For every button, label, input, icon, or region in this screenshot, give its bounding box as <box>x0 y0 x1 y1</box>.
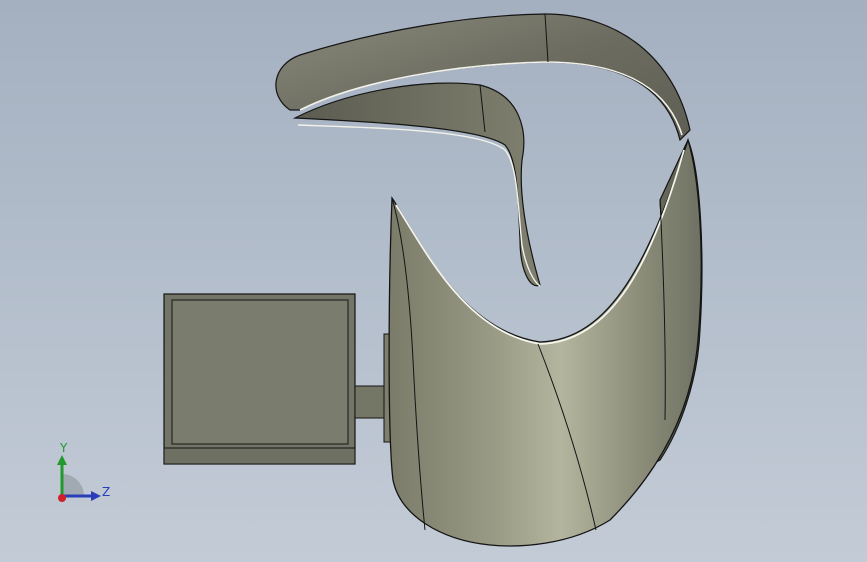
axis-z-label: Z <box>102 485 111 499</box>
model-view[interactable] <box>0 0 867 562</box>
orientation-triad: Y Z <box>48 440 118 510</box>
connector-stem[interactable] <box>354 333 395 443</box>
side-box-base <box>163 447 356 465</box>
axis-y-label: Y <box>60 441 68 455</box>
top-band[interactable] <box>275 13 691 287</box>
side-box[interactable] <box>163 293 356 465</box>
triad-plane <box>62 474 84 496</box>
main-body[interactable] <box>388 137 703 547</box>
z-axis-arrowhead-icon <box>91 491 101 501</box>
x-axis-dot-icon <box>58 494 66 502</box>
y-axis-arrowhead-icon <box>57 455 67 465</box>
side-box-inner-face <box>171 299 349 445</box>
triad-graphic <box>57 455 101 502</box>
stem-shaft <box>354 385 386 419</box>
graphics-viewport[interactable]: Y Z <box>0 0 867 562</box>
